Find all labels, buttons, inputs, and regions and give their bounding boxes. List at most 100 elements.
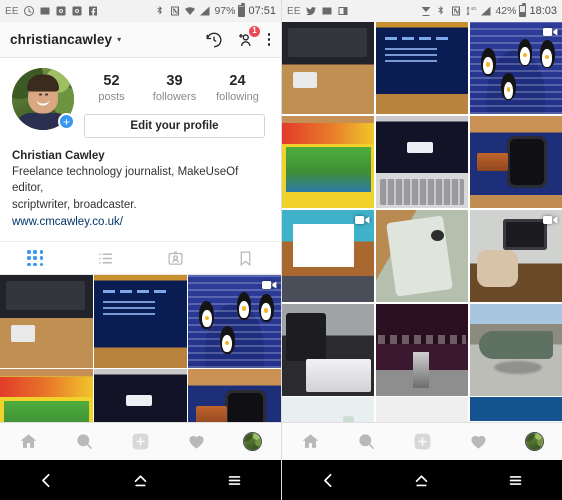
back-icon[interactable]	[27, 460, 67, 500]
home-icon	[19, 432, 38, 451]
add-post-nav[interactable]	[394, 432, 450, 451]
grid-photo[interactable]	[282, 22, 375, 115]
nfc-icon	[450, 5, 462, 17]
picture-in-picture-icon	[337, 5, 349, 17]
profile-bio: Christian Cawley Freelance technology jo…	[0, 138, 281, 230]
photo-thumbnail	[469, 303, 562, 396]
list-icon	[97, 250, 114, 267]
video-icon	[543, 26, 558, 38]
followers-count: 39	[166, 73, 183, 89]
grid-photo[interactable]	[188, 275, 281, 368]
home-nav[interactable]	[282, 432, 338, 451]
heart-icon	[187, 432, 206, 451]
grid-photo[interactable]	[375, 115, 469, 209]
photo-art	[94, 275, 187, 368]
notification-badge: 1	[248, 24, 261, 38]
photo-art	[375, 115, 469, 209]
grid-photo[interactable]	[0, 275, 93, 368]
photo-art	[469, 303, 562, 396]
instagram-icon	[55, 5, 67, 17]
overflow-menu-icon[interactable]	[267, 33, 271, 46]
grid-photo[interactable]	[375, 303, 469, 396]
photo-art	[282, 22, 375, 115]
grid-photo[interactable]	[282, 303, 375, 396]
penguin-shape	[199, 301, 215, 329]
profile-nav[interactable]	[225, 432, 281, 451]
battery-icon	[519, 3, 527, 17]
grid-photo[interactable]	[469, 22, 562, 115]
grid-photo[interactable]	[94, 275, 187, 368]
status-left-group: EE	[287, 5, 349, 17]
profile-stats: 52 posts 39 followers 24 following Edit …	[74, 68, 269, 138]
search-nav[interactable]	[56, 432, 112, 451]
profile-nav[interactable]	[506, 432, 562, 451]
clock-icon	[23, 5, 35, 17]
wifi-icon	[184, 5, 196, 17]
video-icon	[355, 214, 370, 226]
photo-art	[0, 275, 93, 368]
bio-website-link[interactable]: www.cmcawley.co.uk/	[12, 214, 269, 230]
photo-thumbnail	[375, 209, 469, 303]
right-photo-grid	[282, 22, 562, 490]
add-post-nav[interactable]	[112, 432, 168, 451]
search-icon	[75, 432, 94, 451]
status-right-group: 4G 42% 18:03	[420, 3, 557, 17]
stat-following[interactable]: 24 following	[206, 73, 269, 103]
home-icon[interactable]	[402, 460, 442, 500]
stat-followers[interactable]: 39 followers	[143, 73, 206, 103]
left-status-bar: EE 97% 07:51	[0, 0, 281, 22]
chevron-down-icon[interactable]: ▾	[117, 35, 121, 44]
add-person-icon[interactable]: 1	[236, 24, 261, 49]
grid-photo[interactable]	[282, 115, 375, 209]
download-icon	[420, 5, 432, 17]
recents-icon[interactable]	[214, 460, 254, 500]
grid-tab[interactable]	[0, 242, 70, 274]
avatar-icon	[524, 432, 544, 451]
plus-square-icon	[413, 432, 432, 451]
bio-line-1: Freelance technology journalist, MakeUse…	[12, 165, 239, 195]
carrier-label: EE	[287, 5, 301, 17]
following-label: following	[216, 90, 259, 103]
photo-thumbnail	[375, 303, 469, 396]
grid-photo[interactable]	[469, 303, 562, 396]
nfc-icon	[169, 5, 181, 17]
status-left-group: EE	[5, 5, 99, 17]
avatar-wrapper[interactable]: +	[12, 68, 75, 130]
image-icon	[39, 5, 51, 17]
heart-icon	[469, 432, 488, 451]
photo-art	[282, 303, 375, 396]
add-story-icon[interactable]: +	[58, 113, 75, 130]
right-android-nav	[282, 460, 562, 500]
bookmark-icon	[237, 250, 254, 267]
data-4g-icon: 4G	[465, 5, 477, 17]
grid-photo[interactable]	[282, 209, 375, 303]
activity-nav[interactable]	[450, 432, 506, 451]
edit-profile-button[interactable]: Edit your profile	[84, 113, 265, 138]
saved-tab[interactable]	[211, 242, 281, 274]
photo-thumbnail	[469, 115, 562, 209]
instagram-header: christiancawley ▾ 1	[0, 22, 281, 58]
list-tab[interactable]	[70, 242, 140, 274]
posts-label: posts	[98, 90, 125, 103]
right-status-bar: EE 4G 42% 18:03	[282, 0, 562, 22]
signal-icon	[480, 5, 492, 17]
profile-username[interactable]: christiancawley	[10, 32, 112, 47]
following-count: 24	[229, 73, 246, 89]
counts-row: 52 posts 39 followers 24 following	[80, 68, 269, 103]
search-nav[interactable]	[338, 432, 394, 451]
grid-photo[interactable]	[375, 209, 469, 303]
back-icon[interactable]	[309, 460, 349, 500]
avatar-icon	[243, 432, 263, 451]
left-bottom-nav	[0, 422, 281, 460]
grid-photo[interactable]	[469, 115, 562, 209]
stat-posts[interactable]: 52 posts	[80, 73, 143, 103]
grid-photo[interactable]	[469, 209, 562, 303]
grid-photo[interactable]	[375, 22, 469, 115]
battery-percent: 97%	[214, 5, 236, 17]
activity-nav[interactable]	[169, 432, 225, 451]
history-icon[interactable]	[205, 31, 223, 49]
tagged-tab[interactable]	[141, 242, 211, 274]
home-nav[interactable]	[0, 432, 56, 451]
recents-icon[interactable]	[495, 460, 535, 500]
home-icon[interactable]	[120, 460, 160, 500]
